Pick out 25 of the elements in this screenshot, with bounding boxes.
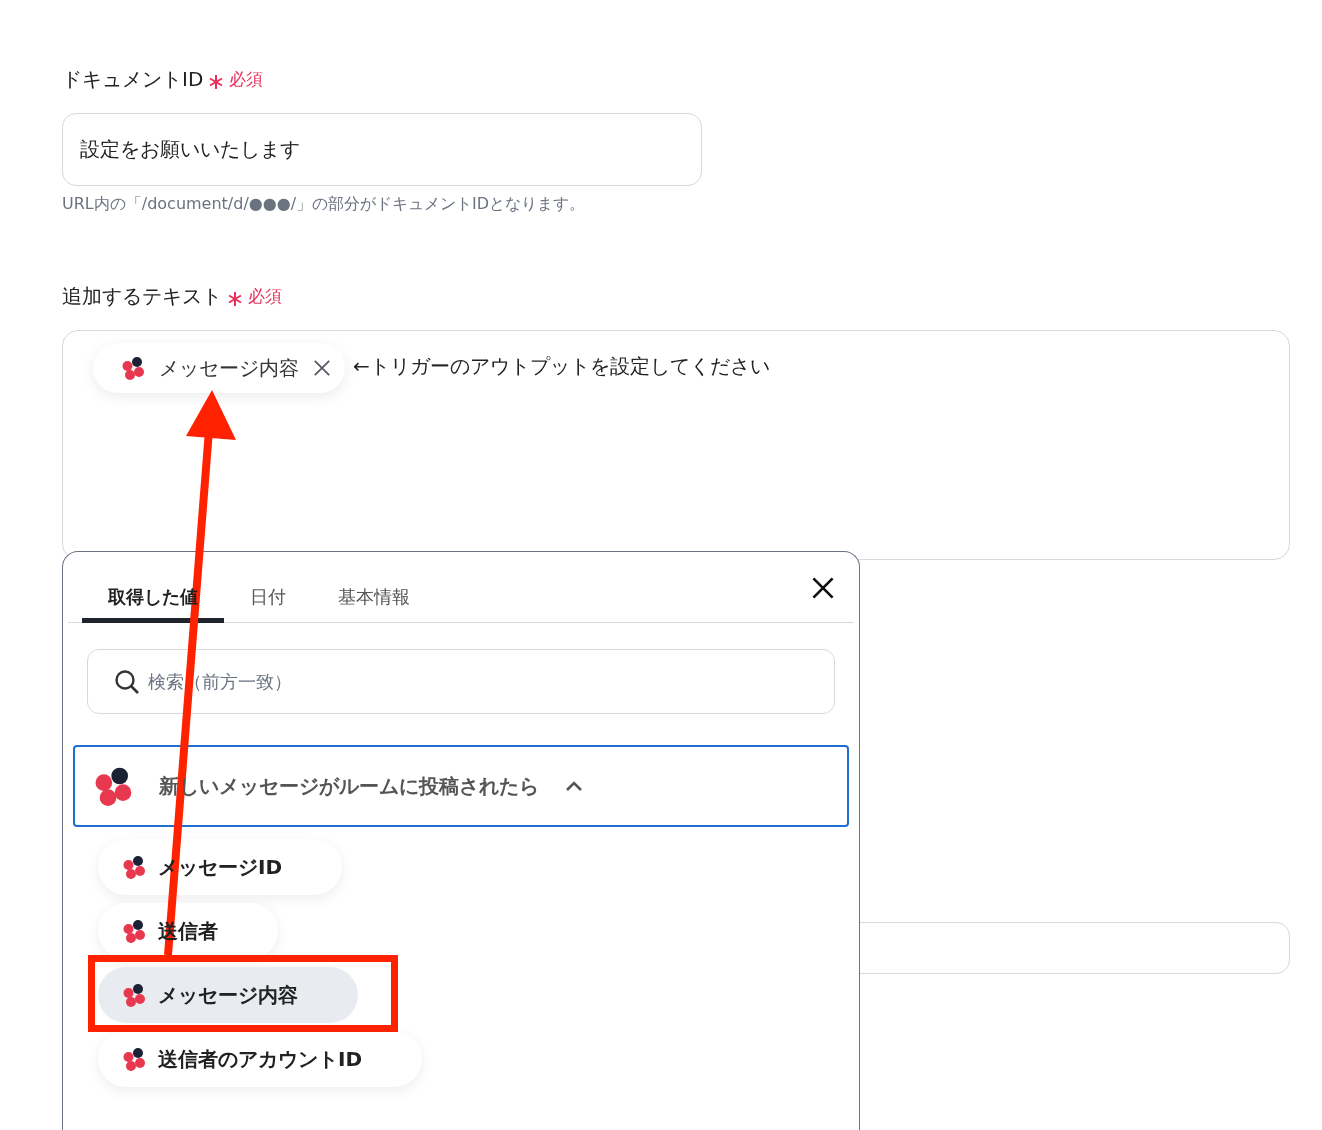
field-label: ドキュメントID [62, 66, 204, 93]
field-label: 追加するテキスト [62, 283, 222, 310]
close-icon [313, 359, 331, 377]
hint-text: URL内の「/document/d/●●●/」の部分がドキュメントIDとなります。 [62, 194, 587, 215]
tab[interactable]: 基本情報 [312, 575, 436, 623]
variable-chip[interactable]: メッセージ内容 [93, 343, 345, 393]
app-logo-icon [121, 356, 145, 380]
app-logo-icon [122, 983, 146, 1007]
search-icon [114, 668, 140, 695]
output-item[interactable]: 送信者のアカウントID [98, 1031, 423, 1087]
required-tag: 必須 [229, 68, 264, 91]
tab[interactable]: 日付 [224, 575, 312, 623]
close-icon [811, 576, 835, 600]
output-item[interactable]: メッセージ内容 [98, 967, 358, 1023]
asterisk-icon [209, 74, 224, 89]
area-text: ←トリガーのアウトプットを設定してください [353, 353, 770, 380]
chevron-up-icon [565, 780, 583, 792]
app-logo-icon [122, 855, 146, 879]
document-id-field[interactable]: 設定をお願いいたします [62, 113, 702, 186]
app-logo-icon [122, 919, 146, 943]
search-field[interactable]: 検索（前方一致） [87, 649, 835, 714]
app-logo-icon [122, 1047, 146, 1071]
app-logo-icon [93, 766, 133, 806]
asterisk-icon [228, 291, 242, 306]
required-tag: 必須 [248, 285, 282, 308]
